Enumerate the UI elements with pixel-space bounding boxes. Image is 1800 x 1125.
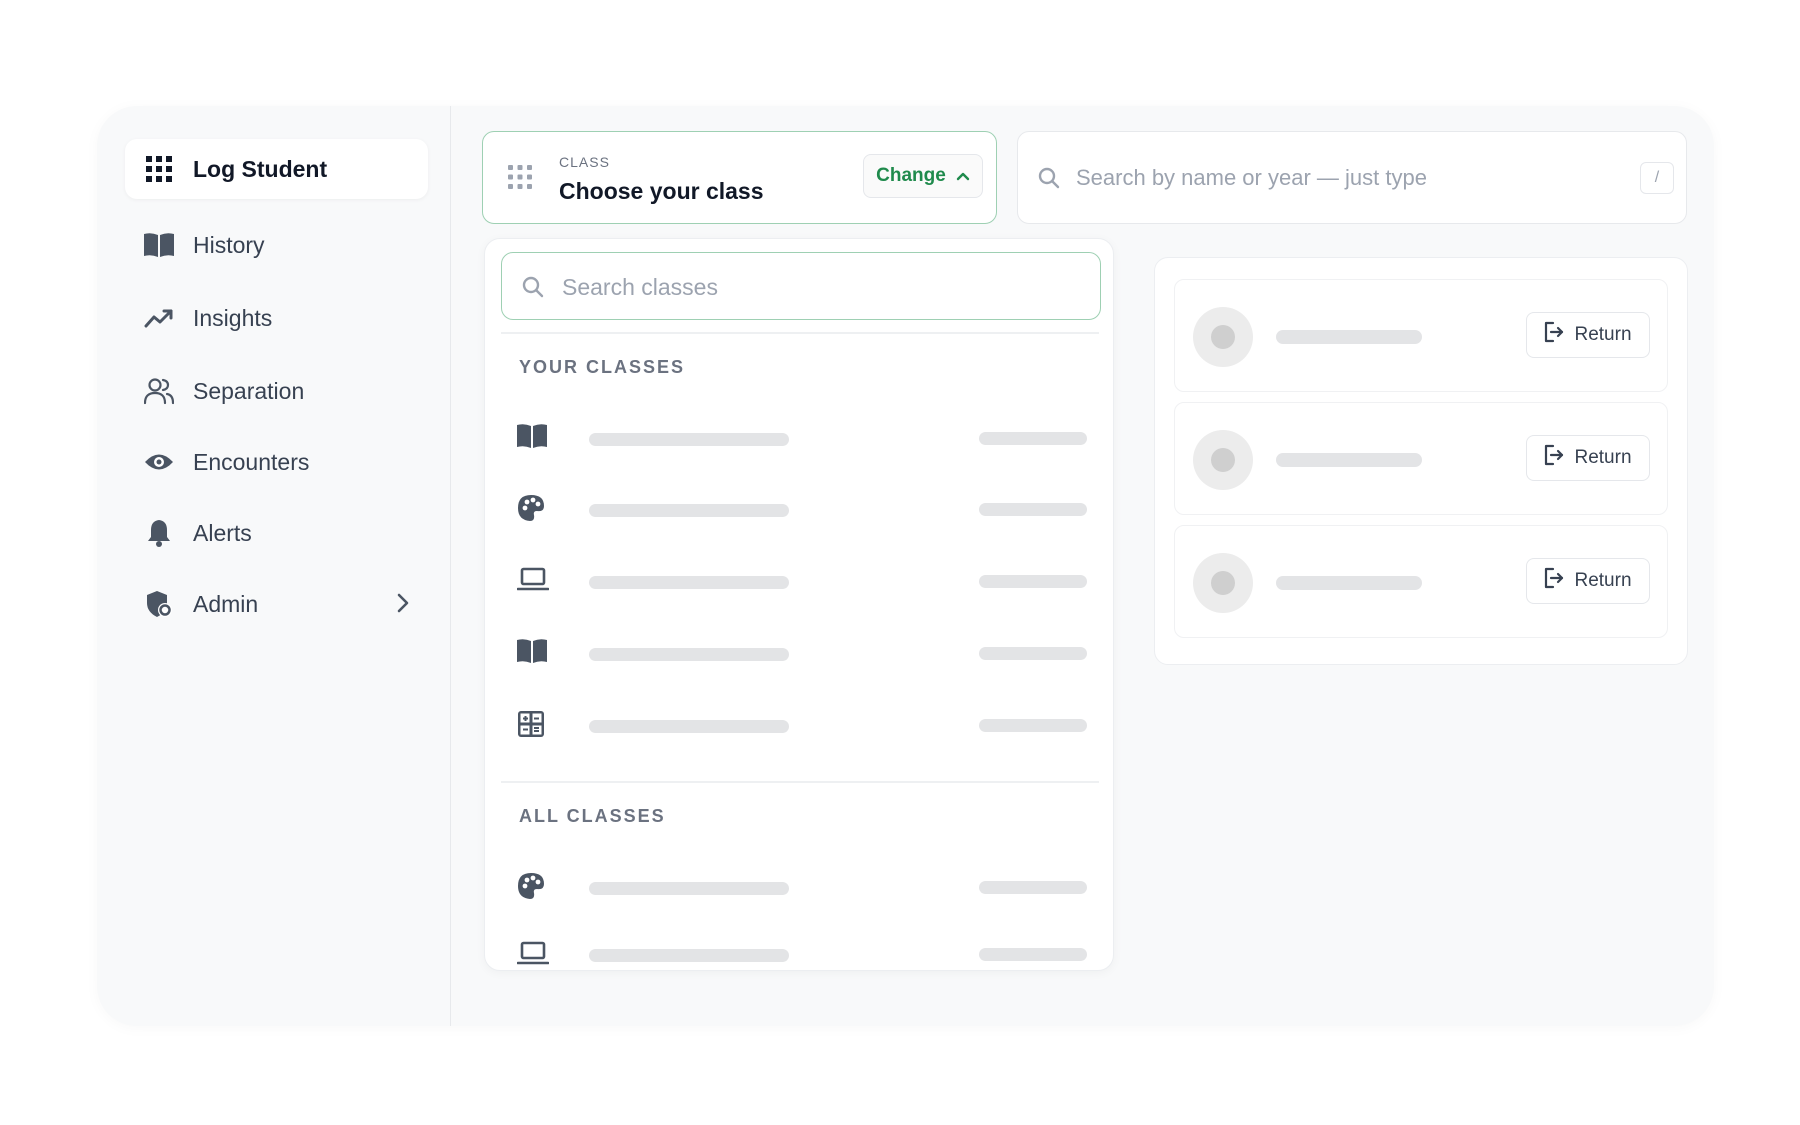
- divider: [501, 781, 1099, 783]
- class-name-placeholder: [589, 720, 789, 733]
- student-search: /: [1017, 131, 1687, 224]
- class-row[interactable]: [501, 482, 1099, 538]
- class-name-placeholder: [589, 576, 789, 589]
- palette-icon: [517, 494, 545, 527]
- all-classes-heading: ALL CLASSES: [519, 806, 666, 826]
- student-row: Return: [1174, 402, 1668, 515]
- sidebar-item-history[interactable]: History: [125, 215, 428, 275]
- student-name-placeholder: [1276, 453, 1422, 467]
- class-row[interactable]: [501, 860, 1099, 916]
- bell-icon: [143, 517, 175, 549]
- class-name-placeholder: [589, 433, 789, 446]
- class-picker[interactable]: CLASS Choose your class Change: [482, 131, 997, 224]
- laptop-icon: [516, 566, 550, 597]
- return-button[interactable]: Return: [1526, 558, 1650, 604]
- calculator-icon: [517, 710, 545, 743]
- class-search-input[interactable]: [562, 267, 1082, 307]
- class-row[interactable]: [501, 554, 1099, 610]
- sidebar-item-admin[interactable]: Admin: [125, 574, 428, 634]
- divider: [501, 332, 1099, 334]
- chevron-up-icon: [956, 165, 970, 187]
- shield-gear-icon: [143, 588, 175, 620]
- change-class-button[interactable]: Change: [863, 154, 983, 198]
- class-meta-placeholder: [979, 948, 1087, 961]
- class-meta-placeholder: [979, 881, 1087, 894]
- student-list: Return Return Return: [1154, 257, 1688, 665]
- return-button[interactable]: Return: [1526, 312, 1650, 358]
- book-open-icon: [517, 423, 547, 454]
- sidebar-item-insights[interactable]: Insights: [125, 288, 428, 348]
- palette-icon: [517, 872, 545, 905]
- class-meta-placeholder: [979, 719, 1087, 732]
- exit-door-icon: [1544, 321, 1564, 349]
- exit-door-icon: [1544, 444, 1564, 472]
- grid-icon: [143, 153, 175, 185]
- exit-door-icon: [1544, 567, 1564, 595]
- class-title: Choose your class: [559, 178, 764, 204]
- sidebar: Log Student History Insights Separation …: [97, 106, 451, 1026]
- sidebar-item-label: Insights: [193, 304, 273, 331]
- student-name-placeholder: [1276, 576, 1422, 590]
- sidebar-item-label: History: [193, 231, 265, 258]
- class-search: [501, 252, 1101, 320]
- book-open-icon: [143, 229, 175, 261]
- class-name-placeholder: [589, 949, 789, 962]
- shortcut-key-hint: /: [1640, 162, 1674, 194]
- eye-icon: [143, 446, 175, 478]
- sidebar-item-label: Log Student: [193, 155, 328, 182]
- book-open-icon: [517, 638, 547, 669]
- class-meta-placeholder: [979, 503, 1087, 516]
- return-label: Return: [1574, 324, 1632, 345]
- trending-up-icon: [143, 302, 175, 334]
- class-meta-placeholder: [979, 575, 1087, 588]
- class-row[interactable]: [501, 698, 1099, 754]
- class-row[interactable]: [501, 626, 1099, 682]
- search-icon: [522, 276, 544, 303]
- class-row[interactable]: [501, 411, 1099, 467]
- sidebar-item-label: Admin: [193, 590, 259, 617]
- users-icon: [143, 375, 175, 407]
- avatar: [1193, 553, 1253, 613]
- your-classes-heading: YOUR CLASSES: [519, 357, 686, 377]
- student-search-input[interactable]: [1076, 158, 1616, 198]
- app-window: Log Student History Insights Separation …: [97, 106, 1714, 1026]
- student-row: Return: [1174, 525, 1668, 638]
- sidebar-item-alerts[interactable]: Alerts: [125, 503, 428, 563]
- return-button[interactable]: Return: [1526, 435, 1650, 481]
- sidebar-item-log-student[interactable]: Log Student: [125, 139, 428, 199]
- class-meta-placeholder: [979, 432, 1087, 445]
- student-row: Return: [1174, 279, 1668, 392]
- class-caption: CLASS: [559, 154, 610, 170]
- student-name-placeholder: [1276, 330, 1422, 344]
- change-label: Change: [876, 165, 946, 186]
- avatar: [1193, 430, 1253, 490]
- avatar: [1193, 307, 1253, 367]
- class-name-placeholder: [589, 648, 789, 661]
- sidebar-item-encounters[interactable]: Encounters: [125, 432, 428, 492]
- class-meta-placeholder: [979, 647, 1087, 660]
- search-icon: [1038, 167, 1060, 194]
- sidebar-item-separation[interactable]: Separation: [125, 361, 428, 421]
- class-dropdown: YOUR CLASSES: [484, 238, 1114, 971]
- chevron-right-icon: [396, 592, 410, 619]
- grid-icon: [508, 165, 532, 194]
- sidebar-item-label: Encounters: [193, 448, 310, 475]
- class-row[interactable]: [501, 932, 1099, 965]
- return-label: Return: [1574, 447, 1632, 468]
- class-name-placeholder: [589, 504, 789, 517]
- return-label: Return: [1574, 570, 1632, 591]
- laptop-icon: [516, 940, 550, 971]
- class-name-placeholder: [589, 882, 789, 895]
- sidebar-item-label: Separation: [193, 377, 305, 404]
- sidebar-item-label: Alerts: [193, 519, 252, 546]
